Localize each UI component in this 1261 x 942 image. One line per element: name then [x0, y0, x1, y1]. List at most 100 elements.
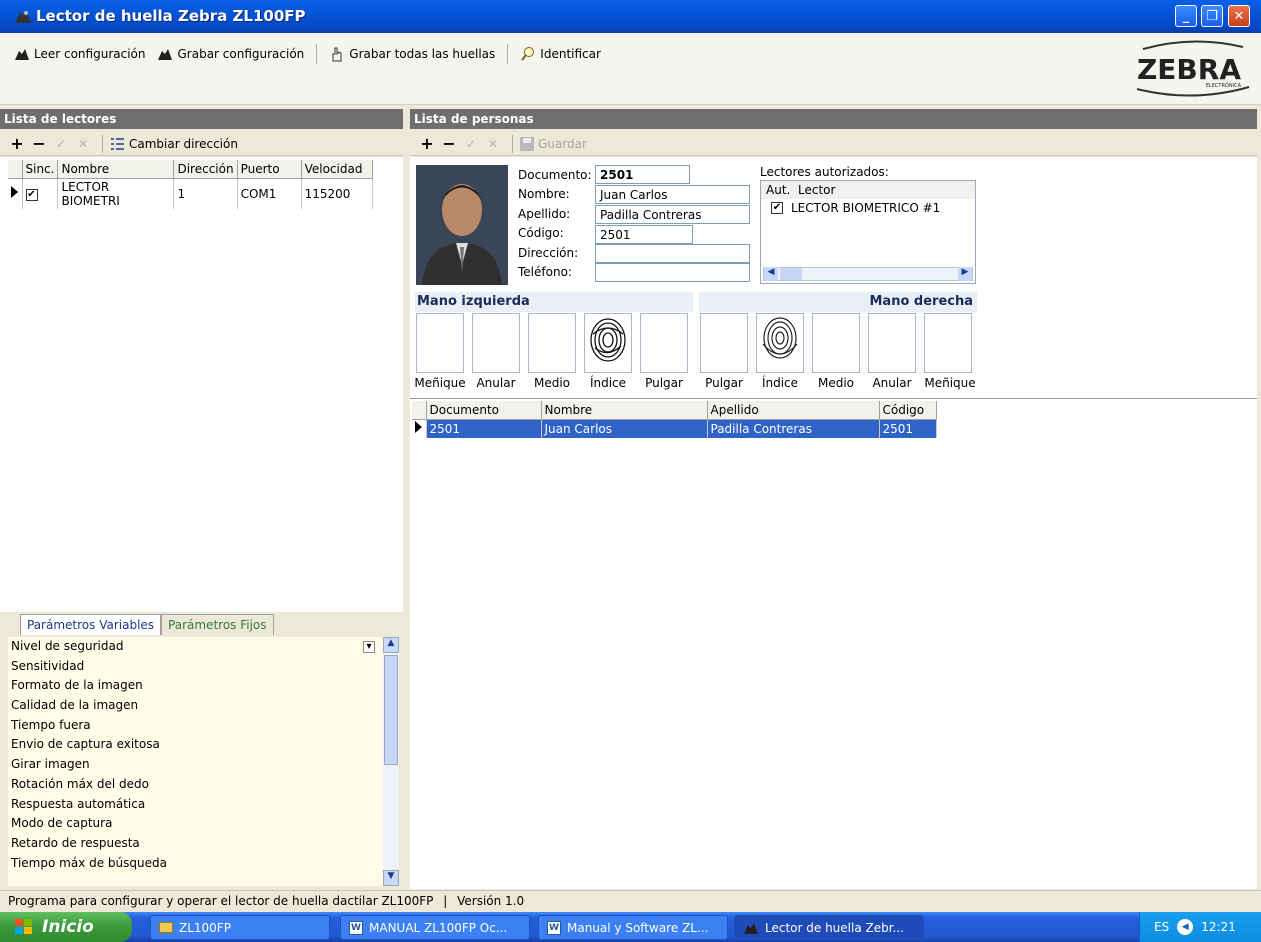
add-reader-button[interactable]: + — [8, 134, 26, 153]
documento-field[interactable]: 2501 — [595, 165, 690, 184]
identify-button[interactable]: Identificar — [514, 46, 607, 62]
right-middle-slot[interactable] — [812, 313, 860, 373]
left-index-slot[interactable] — [584, 313, 632, 373]
list-item[interactable]: Envio de captura exitosa — [8, 735, 383, 755]
confirm-reader-button[interactable]: ✓ — [52, 135, 70, 153]
list-item[interactable]: Sensitividad — [8, 657, 383, 677]
speaker-icon[interactable]: ◀ — [1177, 919, 1194, 935]
list-item[interactable]: Rotación máx del dedo — [8, 775, 383, 795]
list-icon — [111, 137, 124, 150]
readers-grid-area: Sinc. Nombre Dirección Puerto Velocidad … — [0, 157, 403, 612]
finger-label: Anular — [476, 376, 516, 390]
restore-button[interactable]: ❐ — [1201, 5, 1223, 27]
read-config-label: Leer configuración — [34, 47, 146, 61]
authorized-checkbox[interactable]: ✔ — [771, 202, 783, 214]
confirm-person-button[interactable]: ✓ — [462, 135, 480, 153]
write-all-label: Grabar todas las huellas — [349, 47, 496, 61]
minimize-button[interactable]: _ — [1175, 5, 1197, 27]
task-manual-word[interactable]: W MANUAL ZL100FP Oc... — [340, 915, 530, 940]
params-scrollbar[interactable]: ▲ ▼ — [383, 637, 399, 886]
task-zl100fp[interactable]: ZL100FP — [150, 915, 330, 940]
reader-address-cell[interactable]: 1 — [173, 178, 238, 209]
right-index-slot[interactable] — [756, 313, 804, 373]
list-item[interactable]: Tiempo máx de búsqueda — [8, 854, 383, 874]
column-header[interactable]: Nombre — [541, 401, 708, 420]
person-photo — [416, 165, 508, 285]
list-item[interactable]: Calidad de la imagen — [8, 696, 383, 716]
splitter[interactable] — [403, 109, 410, 889]
sync-checkbox[interactable]: ✔ — [25, 189, 38, 201]
write-all-button[interactable]: Grabar todas las huellas — [323, 46, 501, 62]
left-pinky-slot[interactable] — [416, 313, 464, 373]
add-person-button[interactable]: + — [418, 134, 436, 153]
person-apellido-cell[interactable]: Padilla Contreras — [707, 419, 880, 438]
column-header[interactable]: Velocidad — [301, 160, 373, 179]
task-lector-huella[interactable]: Lector de huella Zebr... — [734, 915, 924, 940]
read-config-button[interactable]: Leer configuración — [8, 46, 151, 62]
right-pinky-slot[interactable] — [924, 313, 972, 373]
dropdown-arrow-icon[interactable]: ▾ — [363, 641, 375, 653]
person-codigo-cell[interactable]: 2501 — [879, 419, 937, 438]
right-hand-header: Mano derecha — [699, 292, 977, 312]
list-item[interactable]: Formato de la imagen — [8, 676, 383, 696]
left-middle-slot[interactable] — [528, 313, 576, 373]
column-header[interactable]: Sinc. — [22, 160, 59, 179]
list-item[interactable]: Girar imagen — [8, 755, 383, 775]
start-button[interactable]: Inicio — [0, 912, 132, 942]
save-button[interactable]: Guardar — [519, 136, 587, 152]
clock: 12:21 — [1201, 920, 1236, 934]
person-documento-cell[interactable]: 2501 — [426, 419, 542, 438]
apellido-field[interactable]: Padilla Contreras — [595, 205, 750, 224]
column-header[interactable]: Documento — [426, 401, 542, 420]
telefono-field[interactable] — [595, 263, 750, 282]
reader-icon — [15, 49, 29, 60]
column-header[interactable]: Código — [879, 401, 937, 420]
readers-toolbar: + − ✓ ✕ Cambiar dirección — [0, 132, 403, 156]
remove-reader-button[interactable]: − — [30, 134, 48, 153]
table-row[interactable]: 2501 Juan Carlos Padilla Contreras 2501 — [412, 419, 937, 438]
left-thumb-slot[interactable] — [640, 313, 688, 373]
write-config-button[interactable]: Grabar configuración — [151, 46, 310, 62]
list-item[interactable]: Tiempo fuera — [8, 716, 383, 736]
scroll-thumb[interactable] — [780, 268, 802, 280]
fingerprint-icon — [762, 317, 798, 359]
nombre-field[interactable]: Juan Carlos — [595, 185, 750, 204]
direccion-field[interactable] — [595, 244, 750, 263]
scroll-right-icon[interactable]: ▶ — [958, 267, 972, 281]
scroll-down-icon[interactable]: ▼ — [383, 870, 399, 886]
cancel-person-button[interactable]: ✕ — [484, 135, 502, 153]
person-nombre-cell[interactable]: Juan Carlos — [541, 419, 708, 438]
scroll-thumb[interactable] — [384, 655, 398, 765]
cancel-reader-button[interactable]: ✕ — [74, 135, 92, 153]
scroll-left-icon[interactable]: ◀ — [764, 267, 778, 281]
identify-label: Identificar — [540, 47, 601, 61]
list-item[interactable]: Nivel de seguridad — [8, 637, 383, 657]
reader-port-cell[interactable]: COM1 — [237, 178, 302, 209]
list-item[interactable]: ✔ LECTOR BIOMETRICO #1 — [761, 199, 975, 217]
left-ring-slot[interactable] — [472, 313, 520, 373]
close-button[interactable]: ✕ — [1228, 5, 1250, 27]
toolbar-separator — [316, 44, 318, 64]
task-manual-software[interactable]: W Manual y Software ZL... — [538, 915, 728, 940]
list-item[interactable]: Respuesta automática — [8, 795, 383, 815]
list-item[interactable]: Modo de captura — [8, 814, 383, 834]
tab-parametros-variables[interactable]: Parámetros Variables — [20, 614, 162, 635]
codigo-field[interactable]: 2501 — [595, 225, 693, 244]
scroll-up-icon[interactable]: ▲ — [383, 637, 399, 653]
column-header[interactable]: Apellido — [707, 401, 880, 420]
remove-person-button[interactable]: − — [440, 134, 458, 153]
column-header[interactable]: Nombre — [57, 160, 175, 179]
reader-name-cell[interactable]: LECTOR BIOMETRI — [57, 178, 175, 209]
column-header[interactable]: Puerto — [237, 160, 302, 179]
reader-speed-cell[interactable]: 115200 — [301, 178, 373, 209]
authorized-hscrollbar[interactable]: ◀ ▶ — [763, 267, 973, 281]
right-thumb-slot[interactable] — [700, 313, 748, 373]
tab-parametros-fijos[interactable]: Parámetros Fijos — [161, 614, 274, 635]
language-indicator[interactable]: ES — [1154, 920, 1169, 934]
table-row[interactable]: ✔ LECTOR BIOMETRI 1 COM1 115200 — [8, 178, 373, 209]
right-ring-slot[interactable] — [868, 313, 916, 373]
list-item[interactable]: Retardo de respuesta — [8, 834, 383, 854]
column-header[interactable]: Dirección — [173, 160, 238, 179]
change-address-button[interactable]: Cambiar dirección — [109, 136, 238, 152]
disk-icon — [520, 136, 534, 151]
